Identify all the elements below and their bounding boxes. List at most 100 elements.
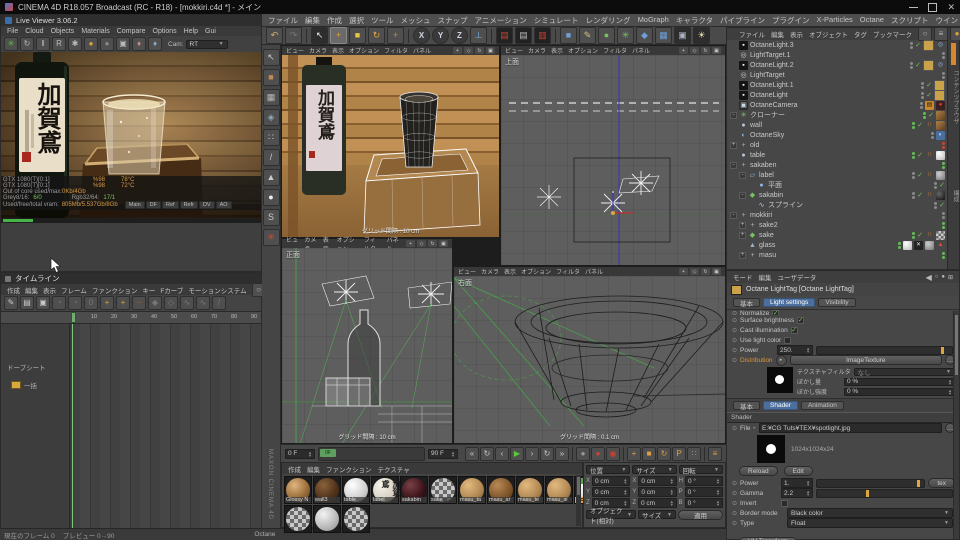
timeline-ruler[interactable]: 0102030405060708090: [1, 311, 261, 324]
zoom-icon[interactable]: ◇: [417, 240, 426, 247]
texture-mode-icon[interactable]: ▦: [262, 89, 280, 106]
pan-icon[interactable]: +: [453, 47, 462, 54]
pan-icon[interactable]: +: [679, 47, 688, 54]
coord-H-rot-field[interactable]: 0 ° ▲ ▼: [685, 476, 723, 486]
shader-power-field[interactable]: 1. ▲ ▼: [781, 478, 814, 488]
om-lock-icon[interactable]: ●: [950, 27, 960, 41]
zero-key-icon[interactable]: 0: [84, 296, 98, 310]
gamma-field[interactable]: 2.2 ▲ ▼: [781, 488, 814, 498]
play-button[interactable]: ▶: [510, 446, 524, 461]
lv-menu-File[interactable]: File: [7, 28, 18, 35]
expand-icon[interactable]: -: [730, 211, 737, 219]
enable-check[interactable]: ✓: [939, 201, 945, 209]
expand-icon[interactable]: +: [739, 221, 746, 229]
file-path-field[interactable]: E:¥CG Tuts¥TEX¥spotlight.jpg: [759, 423, 942, 433]
enable-check[interactable]: ✓: [917, 151, 923, 159]
frame-start-field[interactable]: 0 F ▲ ▼: [285, 448, 315, 459]
expand-icon[interactable]: +: [739, 251, 746, 259]
coord-X-pos-field[interactable]: 0 cm ▲ ▼: [592, 476, 631, 486]
ghost-icon[interactable]: ◔: [68, 296, 82, 310]
tex-button[interactable]: tex: [928, 478, 955, 488]
blur-scale-field[interactable]: 0 % ▲ ▼: [844, 387, 955, 396]
history-back-icon[interactable]: ◀: [926, 273, 932, 282]
rotate-view-icon[interactable]: ↻: [701, 47, 710, 54]
playhead[interactable]: [71, 312, 76, 323]
mograph-icon[interactable]: ✳: [617, 27, 634, 44]
use-light-color-checkbox[interactable]: [784, 336, 792, 344]
am-dock-icon[interactable]: ⊞: [948, 274, 953, 281]
picture-track-icon[interactable]: ▣: [36, 296, 50, 310]
tl-menu-作成[interactable]: 作成: [7, 285, 20, 295]
key-pencil-icon[interactable]: ✎: [4, 296, 18, 310]
expand-icon[interactable]: +: [739, 231, 746, 239]
maximize-button[interactable]: [928, 2, 938, 12]
woodthumb-tag[interactable]: [936, 110, 945, 120]
render-view-icon[interactable]: ▤: [496, 27, 513, 44]
tab-visibility[interactable]: Visibility: [818, 298, 856, 307]
material-masu_si[interactable]: masu_si: [545, 476, 573, 504]
menu-レンダリング[interactable]: レンダリング: [586, 15, 631, 26]
texture-thumbnail[interactable]: [767, 367, 793, 393]
menu-シミュレート[interactable]: シミュレート: [534, 15, 579, 26]
viewport-right[interactable]: ビュー カメラ 表示 オプション フィルタ パネル + ◇ ↻ ▣ 右面 グリッ…: [453, 266, 726, 444]
enable-check[interactable]: ✓: [926, 81, 932, 89]
pause-icon[interactable]: ‖: [36, 37, 50, 51]
pan-icon[interactable]: +: [406, 240, 415, 247]
last-tool-icon[interactable]: ↖: [262, 49, 280, 66]
stopwatch-icon[interactable]: ◔: [52, 296, 66, 310]
minimize-button[interactable]: [909, 6, 919, 8]
menu-プラグイン[interactable]: プラグイン: [772, 15, 810, 26]
add-track-icon[interactable]: +: [116, 296, 130, 310]
next-frame-button[interactable]: ›: [525, 446, 539, 461]
menu-ツール[interactable]: ツール: [371, 15, 394, 26]
coord-col-rotation[interactable]: 回転 ▼: [678, 465, 723, 475]
vp-menu-パネル[interactable]: パネル: [413, 46, 431, 55]
record-position-toggle[interactable]: +: [627, 446, 641, 461]
mat-menu-テクスチャ[interactable]: テクスチャ: [378, 464, 410, 474]
blur-offset-field[interactable]: 0 % ▲ ▼: [844, 377, 955, 386]
octane-logo-icon[interactable]: ✳: [4, 37, 18, 51]
power-slider[interactable]: [816, 345, 953, 355]
distribution-expand-icon[interactable]: ▸: [775, 354, 787, 366]
region-render-icon[interactable]: R: [52, 37, 66, 51]
object-row-平面[interactable]: ● 平面 ✓: [727, 180, 947, 190]
material-sake[interactable]: sake: [429, 476, 457, 504]
lighttag-tag[interactable]: [923, 40, 934, 51]
vp-menu-フィルタ[interactable]: フィルタ: [384, 46, 408, 55]
om-menu-ファイル[interactable]: ファイル: [739, 29, 765, 39]
vp-menu-オプション[interactable]: オプション: [568, 46, 598, 55]
material-masu_ta[interactable]: masu_ta: [458, 476, 486, 504]
lv-menu-Objects[interactable]: Objects: [51, 28, 75, 35]
material-masu_ar[interactable]: masu_ar: [487, 476, 515, 504]
uv-transform-button[interactable]: UV Transform: [739, 536, 798, 540]
pass-Ref[interactable]: Ref: [162, 201, 179, 209]
am-menu-ユーザデータ[interactable]: ユーザデータ: [778, 272, 817, 282]
vp-menu-ビュー[interactable]: ビュー: [458, 267, 476, 276]
vp-menu-ビュー[interactable]: ビュー: [505, 46, 523, 55]
menu-メッシュ[interactable]: メッシュ: [401, 15, 431, 26]
expand-icon[interactable]: -: [730, 161, 737, 169]
record-parametric-toggle[interactable]: P: [672, 446, 686, 461]
vp-menu-カメラ[interactable]: カメラ: [309, 46, 327, 55]
object-row-OctaneLight.3[interactable]: ▪ OctaneLight.3 ✓ ◎: [727, 40, 947, 51]
tl-menu-フレーム[interactable]: フレーム: [61, 285, 87, 295]
object-row-スプライン[interactable]: ∿ スプライン ✓: [727, 200, 947, 210]
solo-button[interactable]: ≡: [708, 446, 722, 461]
vp-menu-表示[interactable]: 表示: [551, 46, 563, 55]
toggle-view-icon[interactable]: ▣: [712, 47, 721, 54]
surface-brightness-checkbox[interactable]: ✓: [797, 316, 805, 324]
menu-MoGraph[interactable]: MoGraph: [638, 15, 669, 26]
autokey-button[interactable]: ●: [591, 446, 605, 461]
fcurve-icon[interactable]: ∿: [180, 296, 194, 310]
frame-slider[interactable]: 0F: [318, 446, 425, 461]
vp-menu-カメラ[interactable]: カメラ: [528, 46, 546, 55]
tab-animation[interactable]: Animation: [800, 401, 844, 410]
polygons-mode-icon[interactable]: ▲: [262, 169, 280, 186]
om-filter-icon[interactable]: ≡: [934, 27, 948, 41]
orange-tag[interactable]: ∷: [925, 171, 934, 180]
frame-slider-knob[interactable]: 0F: [320, 448, 336, 457]
om-menu-表示[interactable]: 表示: [790, 29, 803, 39]
enable-check[interactable]: ✓: [939, 181, 945, 189]
deformer-icon[interactable]: ◆: [636, 27, 653, 44]
om-menu-タグ[interactable]: タグ: [854, 29, 867, 39]
